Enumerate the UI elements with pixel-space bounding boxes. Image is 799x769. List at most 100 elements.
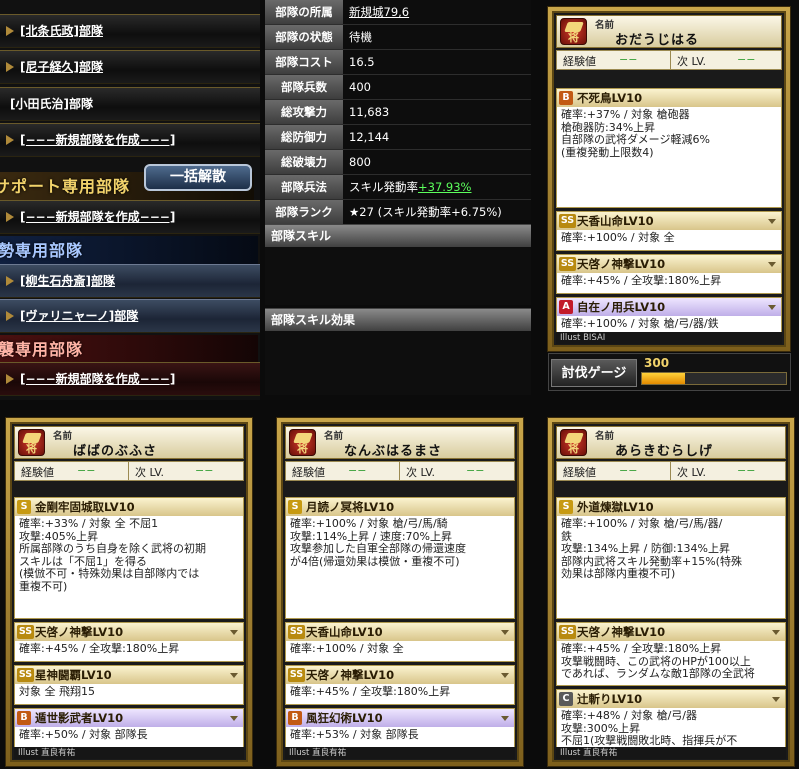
skill-name: 不死鳥LV10 <box>577 91 643 105</box>
skill-block[interactable]: A 自在ノ用兵LV10 確率:+100% / 対象 槍/弓/器/鉄 <box>556 297 782 337</box>
chevron-down-icon[interactable] <box>230 716 238 721</box>
stat-row: 部隊コスト 16.5 <box>265 50 531 75</box>
skill-header: C 辻斬りLV10 <box>557 690 785 708</box>
xp-value: −− <box>77 464 96 477</box>
chevron-down-icon[interactable] <box>501 673 509 678</box>
skill-header: SS 天香山命LV10 <box>557 212 781 230</box>
skill-header: SS 天香山命LV10 <box>286 623 514 641</box>
deck-row-hojo[interactable]: [北条氏政]部隊 <box>0 14 260 48</box>
skill-rank-badge: S <box>288 500 302 514</box>
skill-name: 天香山命LV10 <box>306 625 383 639</box>
skill-rank-badge: SS <box>559 214 576 228</box>
general-rank-icon: 将 <box>560 429 587 456</box>
unit-skill-effect-body <box>265 331 531 395</box>
skill-rate-bonus[interactable]: +37.93% <box>418 180 472 194</box>
skill-body: 確率:+45% / 全攻撃:180%上昇 <box>561 274 722 287</box>
skill-name: 天啓ノ神撃LV10 <box>35 625 124 639</box>
deck-row-new[interactable]: [−−−新規部隊を作成−−−] <box>0 123 260 157</box>
general-card[interactable]: 将 名前 なんぶはるまさ 経験値 −− 次 LV. −− S 月読ノ冥将LV10 … <box>276 417 524 767</box>
next-level-label: 次 LV. <box>406 466 436 479</box>
stat-row: 総破壊力 800 <box>265 150 531 175</box>
chevron-down-icon[interactable] <box>768 262 776 267</box>
stat-value: スキル発動率+37.93% <box>349 175 472 199</box>
gauge-value: 300 <box>644 356 670 370</box>
card-body: 将 名前 おだうじはる 経験値 −− 次 LV. −− B 不死鳥LV10 確率:… <box>552 11 786 347</box>
arrow-icon <box>6 135 14 145</box>
stat-label: 総破壊力 <box>265 150 343 174</box>
stat-value: 400 <box>349 80 371 94</box>
deck-row-amago[interactable]: [尼子経久]部隊 <box>0 50 260 84</box>
chevron-down-icon[interactable] <box>768 305 776 310</box>
skill-block[interactable]: B 遁世影武者LV10 確率:+50% / 対象 部隊長 <box>14 708 244 748</box>
illustrator-credit: Illust BISAI <box>556 332 782 344</box>
chevron-down-icon[interactable] <box>768 219 776 224</box>
skill-name: 天啓ノ神撃LV10 <box>577 625 666 639</box>
card-body: 将 名前 ばばのぶふさ 経験値 −− 次 LV. −− S 金剛牢固城取LV10 … <box>10 422 248 762</box>
disband-all-button[interactable]: 一括解散 <box>144 164 252 191</box>
illustrator-credit: Illust 直良有祐 <box>556 747 786 759</box>
divider <box>399 462 400 480</box>
chevron-down-icon[interactable] <box>772 697 780 702</box>
next-level-value: −− <box>466 464 485 477</box>
divider <box>128 462 129 480</box>
skill-rank-badge: SS <box>559 257 576 271</box>
deck-row-oda[interactable]: [小田氏治]部隊 <box>0 87 260 121</box>
skill-block[interactable]: SS 星神闘覇LV10 対象 全 飛翔15 <box>14 665 244 705</box>
name-label: 名前 <box>595 431 615 442</box>
skill-block[interactable]: B 不死鳥LV10 確率:+37% / 対象 槍砲器 槍砲器防:34%上昇 自部隊… <box>556 88 782 208</box>
skill-name: 天香山命LV10 <box>577 214 654 228</box>
skill-block[interactable]: B 風狂幻術LV10 確率:+53% / 対象 部隊長 <box>285 708 515 748</box>
skill-name: 風狂幻術LV10 <box>306 711 383 725</box>
skill-body: 確率:+100% / 対象 槍/弓/器/鉄 <box>561 317 719 330</box>
deck-label: [小田氏治]部隊 <box>10 97 93 111</box>
skill-block[interactable]: S 外道煉獄LV10 確率:+100% / 対象 槍/弓/馬/器/ 鉄 攻撃:13… <box>556 497 786 619</box>
skill-header: S 外道煉獄LV10 <box>557 498 785 516</box>
skill-block[interactable]: S 月読ノ冥将LV10 確率:+100% / 対象 槍/弓/馬/騎 攻撃:114%… <box>285 497 515 619</box>
card-body: 将 名前 なんぶはるまさ 経験値 −− 次 LV. −− S 月読ノ冥将LV10 … <box>281 422 519 762</box>
skill-block[interactable]: SS 天啓ノ神撃LV10 確率:+45% / 全攻撃:180%上昇 <box>285 665 515 705</box>
next-level-label: 次 LV. <box>135 466 165 479</box>
skill-body: 確率:+50% / 対象 部隊長 <box>19 728 148 741</box>
next-level-value: −− <box>195 464 214 477</box>
skill-block[interactable]: SS 天香山命LV10 確率:+100% / 対象 全 <box>285 622 515 662</box>
divider <box>670 51 671 69</box>
xp-value: −− <box>619 53 638 66</box>
illustrator-credit: Illust 直良有祐 <box>285 747 515 759</box>
chevron-down-icon[interactable] <box>230 673 238 678</box>
stat-row: 部隊兵数 400 <box>265 75 531 100</box>
force-row-valignano[interactable]: [ヴァリニャーノ]部隊 <box>0 299 260 333</box>
skill-rank-badge: B <box>559 91 573 105</box>
chevron-down-icon[interactable] <box>501 716 509 721</box>
skill-header: SS 天啓ノ神撃LV10 <box>286 666 514 684</box>
general-card[interactable]: 将 名前 ばばのぶふさ 経験値 −− 次 LV. −− S 金剛牢固城取LV10 … <box>5 417 253 767</box>
xp-row: 経験値 −− 次 LV. −− <box>556 50 782 70</box>
chevron-down-icon[interactable] <box>501 630 509 635</box>
raid-row-new[interactable]: [−−−新規部隊を作成−−−] <box>0 362 260 396</box>
skill-block[interactable]: SS 天啓ノ神撃LV10 確率:+45% / 全攻撃:180%上昇 攻撃戦闘時、こ… <box>556 622 786 686</box>
chevron-down-icon[interactable] <box>772 630 780 635</box>
skill-name: 月読ノ冥将LV10 <box>306 500 395 514</box>
skill-block[interactable]: SS 天啓ノ神撃LV10 確率:+45% / 全攻撃:180%上昇 <box>556 254 782 294</box>
skill-block[interactable]: SS 天啓ノ神撃LV10 確率:+45% / 全攻撃:180%上昇 <box>14 622 244 662</box>
next-level-label: 次 LV. <box>677 466 707 479</box>
general-card[interactable]: 将 名前 おだうじはる 経験値 −− 次 LV. −− B 不死鳥LV10 確率:… <box>547 6 791 352</box>
force-row-yagyu[interactable]: [柳生石舟斎]部隊 <box>0 264 260 298</box>
skill-body: 確率:+45% / 全攻撃:180%上昇 <box>19 642 180 655</box>
chevron-down-icon[interactable] <box>230 630 238 635</box>
arrow-icon <box>6 212 14 222</box>
stat-row: 部隊ランク ★27 (スキル発動率+6.75%) <box>265 200 531 225</box>
divider <box>670 462 671 480</box>
skill-rank-badge: SS <box>288 625 305 639</box>
skill-block[interactable]: S 金剛牢固城取LV10 確率:+33% / 対象 全 不屈1 攻撃:405%上昇… <box>14 497 244 619</box>
skill-header: S 月読ノ冥将LV10 <box>286 498 514 516</box>
support-row-new[interactable]: [−−−新規部隊を作成−−−] <box>0 200 260 234</box>
skill-block[interactable]: SS 天香山命LV10 確率:+100% / 対象 全 <box>556 211 782 251</box>
skill-header: B 風狂幻術LV10 <box>286 709 514 727</box>
skill-block[interactable]: C 辻斬りLV10 確率:+48% / 対象 槍/弓/器 攻撃:300%上昇 不屈… <box>556 689 786 748</box>
arrow-icon <box>6 62 14 72</box>
general-card[interactable]: 将 名前 あらきむらしげ 経験値 −− 次 LV. −− S 外道煉獄LV10 確… <box>547 417 795 767</box>
general-rank-icon: 将 <box>560 18 587 45</box>
card-body: 将 名前 あらきむらしげ 経験値 −− 次 LV. −− S 外道煉獄LV10 確… <box>552 422 790 762</box>
xp-label: 経験値 <box>563 55 596 68</box>
name-plate: 将 名前 ばばのぶふさ <box>14 426 244 459</box>
